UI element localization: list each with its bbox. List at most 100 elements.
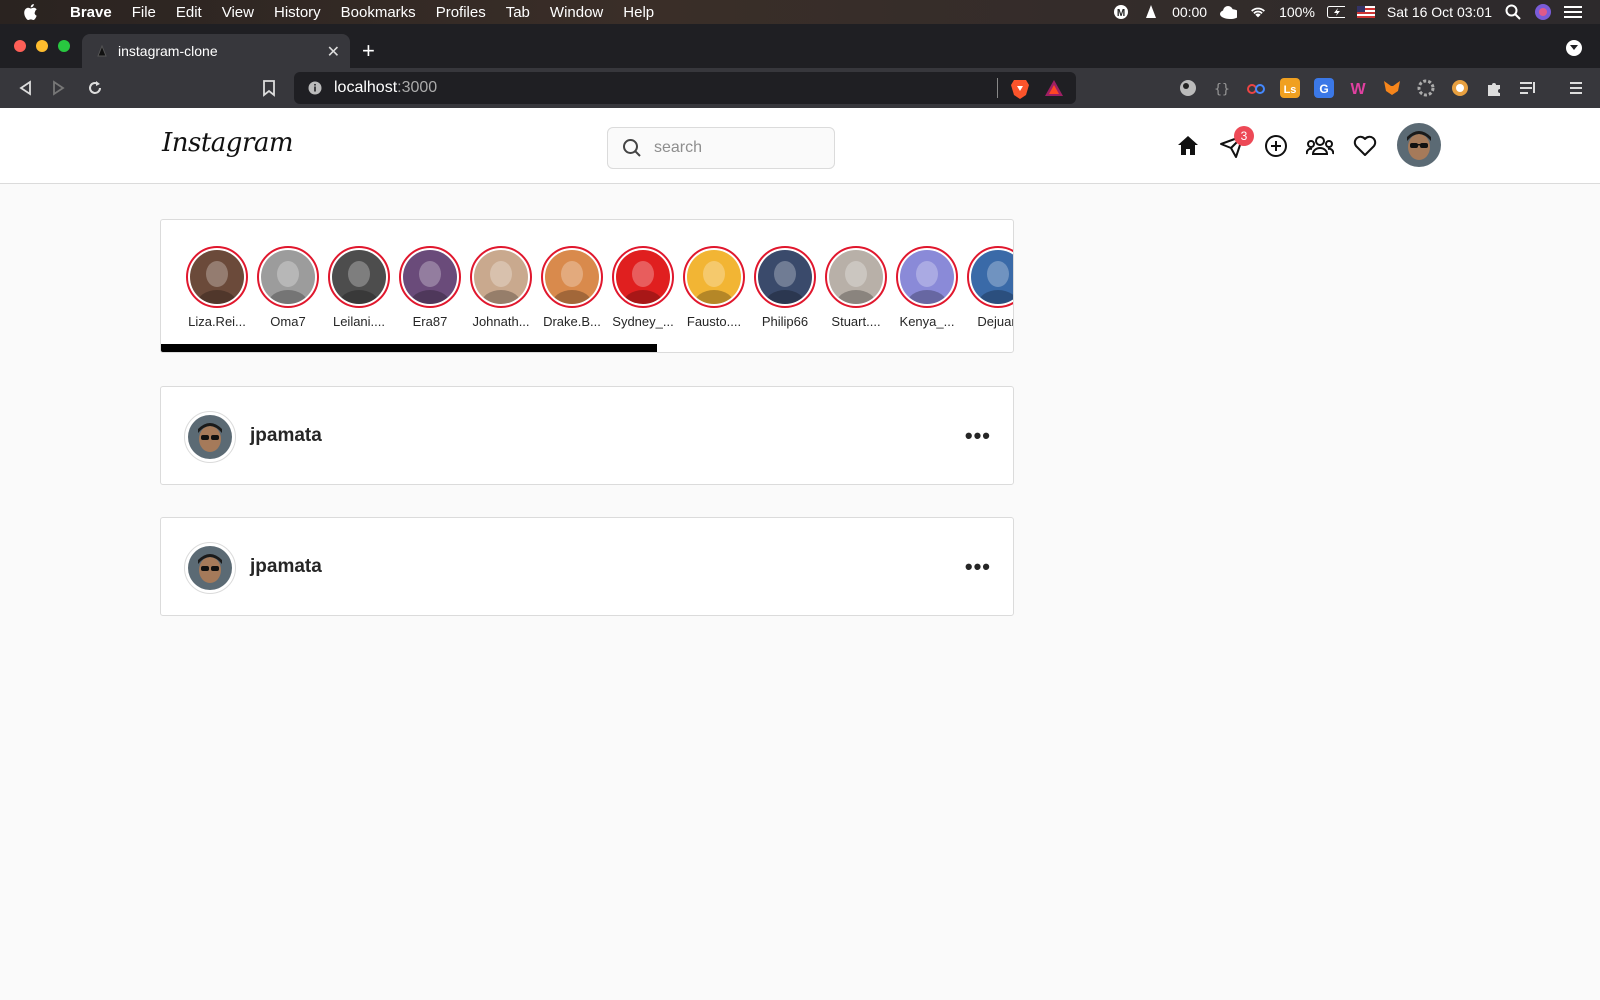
playlist-icon[interactable] bbox=[1518, 78, 1538, 98]
post-more-options-icon[interactable]: ••• bbox=[965, 554, 991, 580]
story-item[interactable]: Liza.Rei... bbox=[186, 246, 248, 329]
post-more-options-icon[interactable]: ••• bbox=[965, 423, 991, 449]
window-zoom-button[interactable] bbox=[58, 40, 70, 52]
post-username[interactable]: jpamata bbox=[250, 425, 322, 447]
story-ring[interactable] bbox=[186, 246, 248, 308]
story-avatar bbox=[758, 250, 812, 304]
instagram-logo[interactable]: Instagram bbox=[162, 128, 294, 158]
extension-braces-icon[interactable]: {} bbox=[1212, 78, 1232, 98]
malwarebytes-icon[interactable]: M bbox=[1112, 4, 1130, 20]
search-box[interactable] bbox=[607, 127, 835, 169]
story-item[interactable]: Era87 bbox=[399, 246, 461, 329]
extension-w-icon[interactable]: W bbox=[1348, 78, 1368, 98]
story-ring[interactable] bbox=[399, 246, 461, 308]
post-username[interactable]: jpamata bbox=[250, 556, 322, 578]
story-ring[interactable] bbox=[683, 246, 745, 308]
apple-icon[interactable] bbox=[22, 3, 42, 21]
stories-scrollbar[interactable] bbox=[161, 344, 657, 352]
story-ring[interactable] bbox=[328, 246, 390, 308]
extension-glasses-icon[interactable] bbox=[1246, 78, 1266, 98]
brave-shields-icon[interactable] bbox=[1010, 78, 1030, 100]
story-item[interactable]: Philip66 bbox=[754, 246, 816, 329]
tab-close-icon[interactable]: ✕ bbox=[327, 42, 340, 62]
menu-profiles[interactable]: Profiles bbox=[426, 4, 496, 21]
bookmark-icon[interactable] bbox=[258, 77, 280, 99]
battery-percent[interactable]: 100% bbox=[1279, 4, 1315, 20]
story-item[interactable]: Johnath... bbox=[470, 246, 532, 329]
menu-view[interactable]: View bbox=[212, 4, 264, 21]
story-username: Stuart.... bbox=[831, 314, 881, 329]
menu-help[interactable]: Help bbox=[613, 4, 664, 21]
extension-ls-icon[interactable]: Ls bbox=[1280, 78, 1300, 98]
battery-icon[interactable] bbox=[1326, 4, 1345, 20]
story-item[interactable]: Leilani.... bbox=[328, 246, 390, 329]
story-avatar bbox=[900, 250, 954, 304]
story-item[interactable]: Fausto.... bbox=[683, 246, 745, 329]
site-info-icon[interactable] bbox=[308, 81, 322, 95]
story-item[interactable]: Kenya_... bbox=[896, 246, 958, 329]
extension-gear-icon[interactable] bbox=[1416, 78, 1436, 98]
siri-icon[interactable] bbox=[1534, 4, 1552, 20]
menu-file[interactable]: File bbox=[122, 4, 166, 21]
story-ring[interactable] bbox=[967, 246, 1013, 308]
reload-icon[interactable] bbox=[84, 77, 106, 99]
menu-bookmarks[interactable]: Bookmarks bbox=[331, 4, 426, 21]
direct-messages-icon[interactable]: 3 bbox=[1218, 126, 1254, 160]
story-item[interactable]: Stuart.... bbox=[825, 246, 887, 329]
story-ring[interactable] bbox=[825, 246, 887, 308]
story-ring[interactable] bbox=[541, 246, 603, 308]
post-avatar[interactable] bbox=[184, 411, 236, 463]
story-item[interactable]: Drake.B... bbox=[541, 246, 603, 329]
timer-text[interactable]: 00:00 bbox=[1172, 4, 1207, 20]
story-item[interactable]: Dejuan bbox=[967, 246, 1013, 329]
new-post-icon[interactable] bbox=[1262, 132, 1290, 160]
extension-metamask-icon[interactable] bbox=[1382, 78, 1402, 98]
menu-tab[interactable]: Tab bbox=[496, 4, 540, 21]
stories-tray[interactable]: Liza.Rei... Oma7 Leilani.... Era87 Johnath..… bbox=[160, 219, 1014, 353]
vlc-icon[interactable] bbox=[1142, 4, 1160, 20]
menu-window[interactable]: Window bbox=[540, 4, 613, 21]
story-ring[interactable] bbox=[896, 246, 958, 308]
menu-edit[interactable]: Edit bbox=[166, 4, 212, 21]
new-tab-button[interactable]: + bbox=[362, 38, 375, 64]
cloud-icon[interactable] bbox=[1219, 4, 1238, 20]
story-avatar bbox=[190, 250, 244, 304]
control-center-icon[interactable] bbox=[1564, 4, 1582, 20]
home-icon[interactable] bbox=[1174, 132, 1202, 160]
browser-menu-icon[interactable] bbox=[1568, 78, 1588, 98]
people-icon[interactable] bbox=[1306, 132, 1334, 160]
flag-us-icon[interactable] bbox=[1356, 4, 1375, 20]
spotlight-search-icon[interactable] bbox=[1504, 4, 1522, 20]
story-ring[interactable] bbox=[257, 246, 319, 308]
browser-tab[interactable]: instagram-clone ✕ bbox=[82, 34, 350, 68]
window-close-button[interactable] bbox=[14, 40, 26, 52]
wifi-icon[interactable] bbox=[1249, 4, 1267, 20]
forward-icon[interactable] bbox=[48, 77, 70, 99]
story-avatar bbox=[687, 250, 741, 304]
profile-avatar[interactable] bbox=[1397, 123, 1441, 167]
story-item[interactable]: Oma7 bbox=[257, 246, 319, 329]
window-minimize-button[interactable] bbox=[36, 40, 48, 52]
story-ring[interactable] bbox=[470, 246, 532, 308]
extension-coin-icon[interactable] bbox=[1450, 78, 1470, 98]
brave-rewards-icon[interactable] bbox=[1044, 79, 1064, 97]
story-item[interactable]: Sydney_... bbox=[612, 246, 674, 329]
back-icon[interactable] bbox=[14, 77, 36, 99]
extension-ghost-icon[interactable] bbox=[1178, 78, 1198, 98]
story-ring[interactable] bbox=[612, 246, 674, 308]
tab-search-chevron-icon[interactable] bbox=[1566, 40, 1582, 56]
extensions-puzzle-icon[interactable] bbox=[1484, 78, 1504, 98]
search-input[interactable] bbox=[654, 139, 824, 157]
datetime-text[interactable]: Sat 16 Oct 03:01 bbox=[1387, 4, 1492, 20]
extension-translate-icon[interactable]: G bbox=[1314, 78, 1334, 98]
story-ring[interactable] bbox=[754, 246, 816, 308]
activity-heart-icon[interactable] bbox=[1351, 132, 1379, 160]
svg-text:M: M bbox=[1117, 8, 1125, 19]
svg-text:G: G bbox=[1319, 82, 1328, 96]
menu-app-name[interactable]: Brave bbox=[60, 4, 122, 21]
post-avatar[interactable] bbox=[184, 542, 236, 594]
svg-text:{}: {} bbox=[1214, 82, 1230, 97]
address-bar[interactable]: localhost :3000 bbox=[294, 72, 1076, 104]
menu-history[interactable]: History bbox=[264, 4, 331, 21]
macos-menu-bar: Brave File Edit View History Bookmarks P… bbox=[0, 0, 1600, 24]
